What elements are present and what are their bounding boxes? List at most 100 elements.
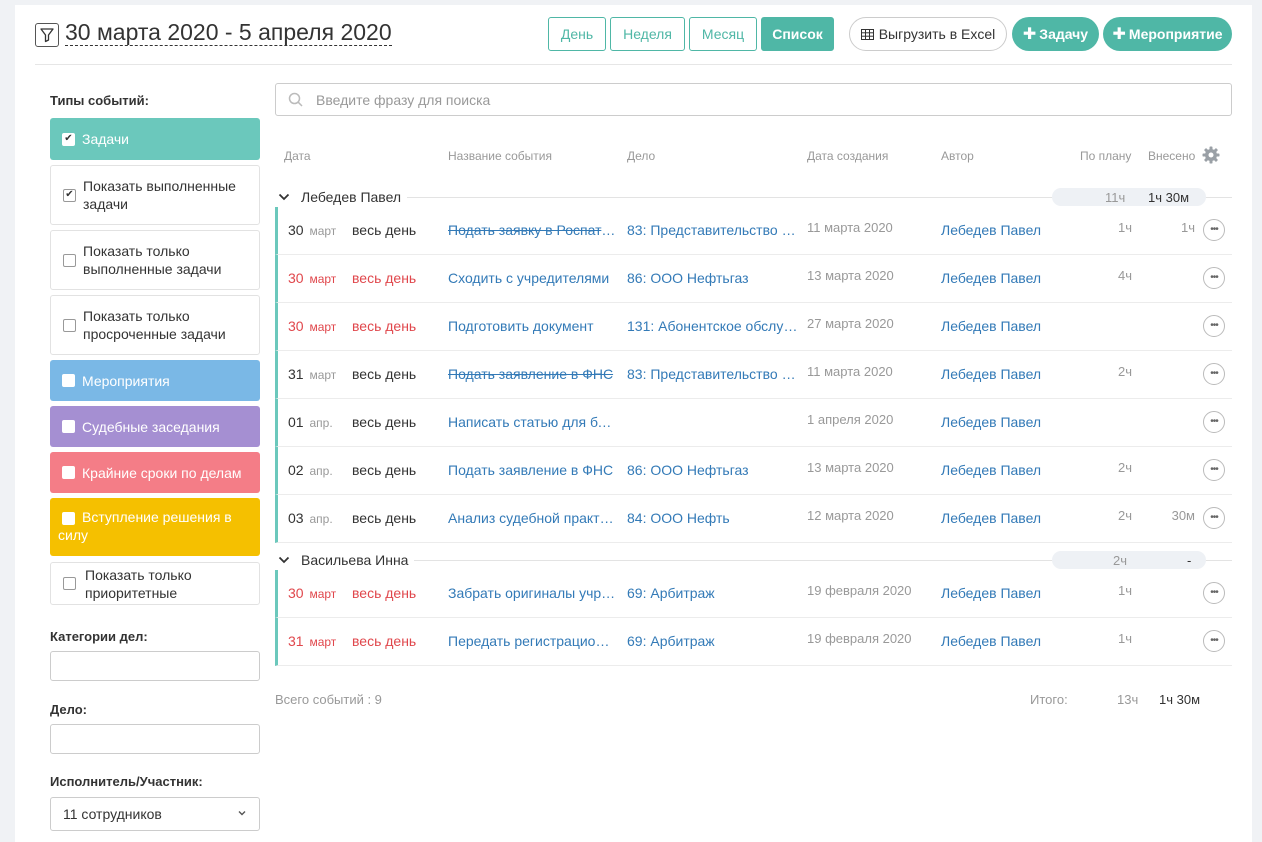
- event-title-link[interactable]: Написать статью для блога: [448, 414, 616, 430]
- checkbox-icon[interactable]: [62, 466, 75, 479]
- event-created: 13 марта 2020: [807, 268, 894, 283]
- event-title-link[interactable]: Подать заявку в Роспатент: [448, 222, 616, 238]
- event-author-link[interactable]: Лебедев Павел: [941, 318, 1041, 334]
- col-fact[interactable]: Внесено: [1148, 149, 1195, 163]
- type-court-hearings[interactable]: Судебные заседания: [50, 406, 260, 447]
- col-created[interactable]: Дата создания: [807, 149, 888, 163]
- event-author-link[interactable]: Лебедев Павел: [941, 366, 1041, 382]
- group-header[interactable]: Васильева Инна 2ч -: [275, 550, 1232, 570]
- checkbox-checked-icon[interactable]: ✔: [62, 132, 75, 146]
- view-month-button[interactable]: Месяц: [689, 17, 757, 51]
- more-icon[interactable]: •••: [1203, 582, 1225, 604]
- type-decision-effect[interactable]: Вступление решения в силу: [50, 498, 260, 556]
- checkbox-checked-icon[interactable]: ✔: [63, 188, 76, 202]
- table-row[interactable]: 30 март весь день Сходить с учредителями 86…: [275, 255, 1232, 303]
- more-icon[interactable]: •••: [1203, 459, 1225, 481]
- table-row[interactable]: 01 апр. весь день Написать статью для блог…: [275, 399, 1232, 447]
- col-case[interactable]: Дело: [627, 149, 655, 163]
- event-author-link[interactable]: Лебедев Павел: [941, 462, 1041, 478]
- event-case-link[interactable]: 86: ООО Нефтьгаз: [627, 270, 799, 286]
- table-row[interactable]: 30 март весь день Подготовить документ 131:…: [275, 303, 1232, 351]
- search-icon: [288, 92, 303, 107]
- view-day-button[interactable]: День: [548, 17, 606, 51]
- date-range-picker[interactable]: 30 марта 2020 - 5 апреля 2020: [65, 19, 392, 46]
- event-case-link[interactable]: 86: ООО Нефтьгаз: [627, 462, 799, 478]
- event-title-link[interactable]: Забрать оригиналы учредительных: [448, 585, 616, 601]
- add-event-button[interactable]: ✚ Мероприятие: [1103, 17, 1232, 51]
- checkbox-icon[interactable]: [63, 253, 76, 267]
- event-case-link[interactable]: 69: Арбитраж: [627, 585, 799, 601]
- table-row[interactable]: 30 март весь день Подать заявку в Роспатен…: [275, 207, 1232, 255]
- executor-select[interactable]: 11 сотрудников: [50, 797, 260, 831]
- event-title-link[interactable]: Подать заявление в ФНС: [448, 462, 616, 478]
- event-time: весь день: [352, 510, 417, 526]
- type-only-overdue[interactable]: Показать только просроченные задачи: [50, 295, 260, 355]
- col-title[interactable]: Название события: [448, 149, 552, 163]
- filter-icon[interactable]: [35, 23, 59, 47]
- table-row[interactable]: 31 март весь день Подать заявление в ФНС 83…: [275, 351, 1232, 399]
- plus-icon: ✚: [1112, 26, 1126, 43]
- event-created: 13 марта 2020: [807, 460, 894, 475]
- view-list-button[interactable]: Список: [761, 17, 834, 51]
- table-row[interactable]: 03 апр. весь день Анализ судебной практики…: [275, 495, 1232, 543]
- type-only-priority[interactable]: Показать только приоритетные: [50, 562, 260, 605]
- col-date[interactable]: Дата: [284, 149, 311, 163]
- table-row[interactable]: 02 апр. весь день Подать заявление в ФНС 86…: [275, 447, 1232, 495]
- checkbox-icon[interactable]: [62, 420, 75, 433]
- more-icon[interactable]: •••: [1203, 363, 1225, 385]
- checkbox-icon[interactable]: [63, 577, 76, 590]
- gear-icon[interactable]: [1201, 145, 1221, 170]
- search-input[interactable]: Введите фразу для поиска: [275, 83, 1232, 116]
- event-title-link[interactable]: Подготовить документ: [448, 318, 616, 334]
- col-plan[interactable]: По плану: [1080, 149, 1131, 163]
- table-row[interactable]: 30 март весь день Забрать оригиналы учреди…: [275, 570, 1232, 618]
- event-author-link[interactable]: Лебедев Павел: [941, 585, 1041, 601]
- more-icon[interactable]: •••: [1203, 411, 1225, 433]
- checkbox-icon[interactable]: [62, 512, 75, 525]
- export-excel-button[interactable]: Выгрузить в Excel: [849, 17, 1007, 51]
- event-author-link[interactable]: Лебедев Павел: [941, 270, 1041, 286]
- checkbox-icon[interactable]: [63, 318, 76, 332]
- categories-input[interactable]: [50, 651, 260, 681]
- chevron-down-icon: [238, 811, 246, 816]
- case-input[interactable]: [50, 724, 260, 754]
- type-tasks[interactable]: ✔ Задачи: [50, 118, 260, 160]
- type-show-completed[interactable]: ✔ Показать выполненные задачи: [50, 165, 260, 225]
- group-header[interactable]: Лебедев Павел 11ч 1ч 30м: [275, 187, 1232, 207]
- categories-label: Категории дел:: [50, 629, 148, 644]
- view-week-button[interactable]: Неделя: [610, 17, 685, 51]
- event-case-link[interactable]: 83: Представительство в суде: [627, 366, 799, 382]
- type-label: Вступление решения в силу: [58, 509, 232, 543]
- event-title-link[interactable]: Сходить с учредителями: [448, 270, 616, 286]
- group-plan-total: 11ч: [1105, 190, 1126, 205]
- checkbox-icon[interactable]: [62, 374, 75, 387]
- more-icon[interactable]: •••: [1203, 507, 1225, 529]
- type-label: Показать только приоритетные: [85, 566, 192, 601]
- event-author-link[interactable]: Лебедев Павел: [941, 510, 1041, 526]
- event-case-link[interactable]: 83: Представительство в суде: [627, 222, 799, 238]
- type-deadlines[interactable]: Крайние сроки по делам: [50, 452, 260, 493]
- more-icon[interactable]: •••: [1203, 315, 1225, 337]
- event-title-link[interactable]: Анализ судебной практики: [448, 510, 616, 526]
- event-author-link[interactable]: Лебедев Павел: [941, 222, 1041, 238]
- chevron-down-icon[interactable]: [277, 553, 291, 567]
- event-case-link[interactable]: 84: ООО Нефть: [627, 510, 799, 526]
- type-events[interactable]: Мероприятия: [50, 360, 260, 401]
- event-case-link[interactable]: 69: Арбитраж: [627, 633, 799, 649]
- more-icon[interactable]: •••: [1203, 267, 1225, 289]
- event-author-link[interactable]: Лебедев Павел: [941, 414, 1041, 430]
- total-label: Итого:: [1030, 692, 1068, 707]
- more-icon[interactable]: •••: [1203, 630, 1225, 652]
- type-only-completed[interactable]: Показать только выполненные задачи: [50, 230, 260, 290]
- table-icon: [860, 28, 874, 40]
- col-author[interactable]: Автор: [941, 149, 974, 163]
- event-title-link[interactable]: Подать заявление в ФНС: [448, 366, 616, 382]
- table-row[interactable]: 31 март весь день Передать регистрационные…: [275, 618, 1232, 666]
- event-types-title: Типы событий:: [50, 93, 149, 108]
- event-title-link[interactable]: Передать регистрационные: [448, 633, 616, 649]
- chevron-down-icon[interactable]: [277, 190, 291, 204]
- event-case-link[interactable]: 131: Абонентское обслуживание: [627, 318, 799, 334]
- event-author-link[interactable]: Лебедев Павел: [941, 633, 1041, 649]
- add-task-button[interactable]: ✚ Задачу: [1012, 17, 1099, 51]
- more-icon[interactable]: •••: [1203, 219, 1225, 241]
